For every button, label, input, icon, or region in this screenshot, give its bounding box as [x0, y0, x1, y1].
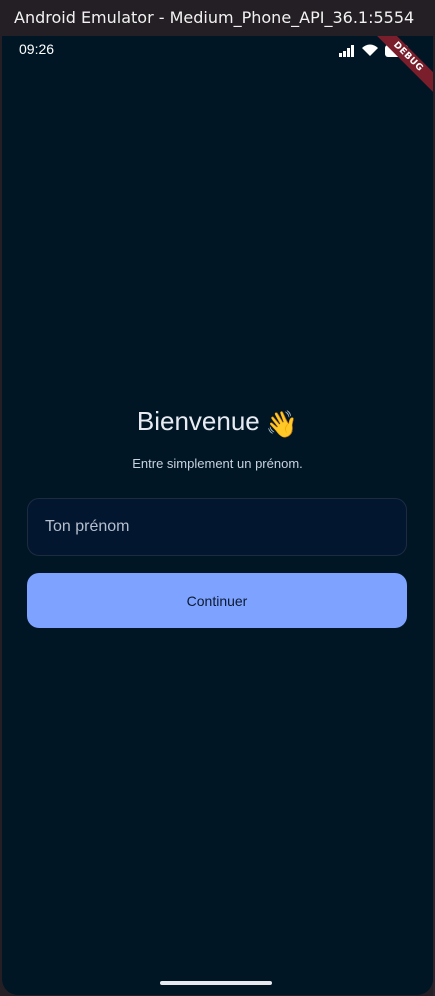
title-text: Bienvenue — [136, 406, 260, 436]
window-title: Android Emulator - Medium_Phone_API_36.1… — [0, 0, 435, 36]
emulator-window: Android Emulator - Medium_Phone_API_36.1… — [0, 0, 435, 996]
continue-button[interactable]: Continuer — [27, 573, 407, 628]
waving-hand-icon: 👋 — [265, 409, 299, 439]
page-title: Bienvenue 👋 — [2, 406, 433, 440]
phone-screen: 09:26 DEBUG Bienvenue 👋 Entre simplement… — [2, 36, 433, 995]
page-subtitle: Entre simplement un prénom. — [132, 456, 303, 471]
first-name-input[interactable] — [27, 498, 407, 556]
home-indicator[interactable] — [160, 981, 272, 985]
welcome-screen: Bienvenue👋 Entre simplement un prénom. C… — [2, 36, 433, 995]
